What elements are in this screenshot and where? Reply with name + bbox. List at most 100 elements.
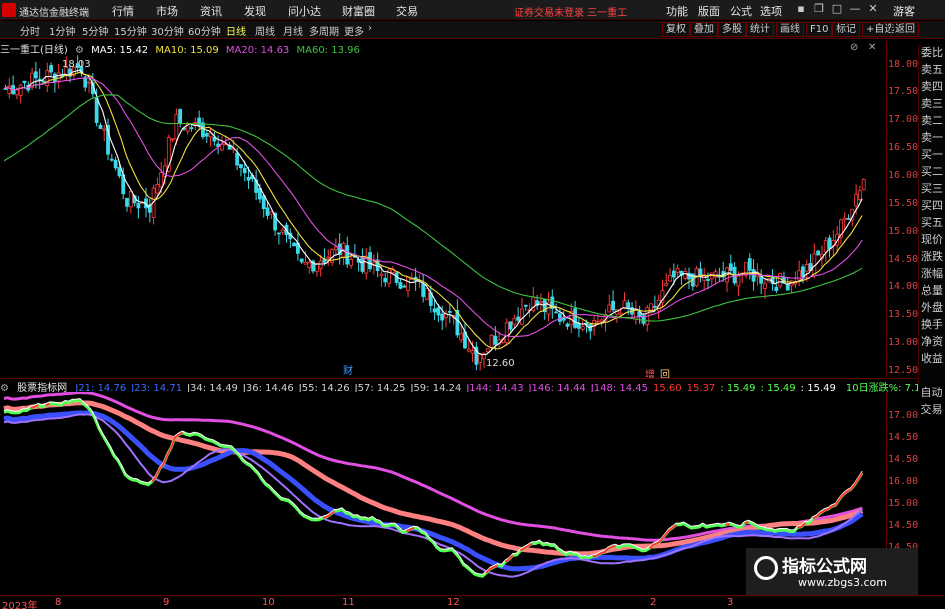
side-item-5[interactable]: 卖一 — [919, 129, 945, 146]
auto-trade-item-0[interactable]: 自动 — [918, 384, 945, 401]
guest-label[interactable]: 游客 — [893, 3, 915, 19]
candle-body — [565, 323, 570, 327]
indicator-name[interactable]: 股票指标网 — [17, 383, 67, 392]
finance-marker[interactable]: 财 — [343, 362, 353, 377]
btn-draw[interactable]: 画线 — [776, 22, 804, 37]
auto-trade-item-1[interactable]: 交易 — [918, 401, 945, 418]
menu-ask[interactable]: 问小达 — [288, 3, 321, 19]
menu-trade[interactable]: 交易 — [396, 3, 418, 19]
auto-trade-panel[interactable]: 自动 交易 — [918, 384, 945, 424]
period-1min[interactable]: 1分钟 — [49, 23, 75, 38]
chevron-right-icon[interactable]: › — [368, 23, 372, 34]
period-monthly[interactable]: 月线 — [283, 23, 303, 38]
menu-layout[interactable]: 版面 — [698, 3, 720, 19]
side-item-0[interactable]: 委比 — [919, 44, 945, 61]
candle-body — [607, 304, 612, 313]
menu-options[interactable]: 选项 — [760, 3, 782, 19]
side-item-9[interactable]: 买四 — [919, 197, 945, 214]
candle-body — [49, 65, 53, 73]
btn-overlay[interactable]: 叠加 — [690, 22, 718, 37]
candle-body — [728, 263, 733, 271]
candle-body — [432, 308, 437, 313]
candle-body — [774, 286, 779, 291]
date-tick-5: 12 — [447, 597, 460, 608]
side-item-11[interactable]: 现价 — [919, 231, 945, 248]
window-max-icon[interactable]: □ — [830, 2, 844, 16]
candle-body — [736, 275, 741, 287]
period-weekly[interactable]: 周线 — [255, 23, 275, 38]
candle-body — [478, 354, 483, 363]
side-item-10[interactable]: 买五 — [919, 214, 945, 231]
candle-body — [128, 190, 133, 208]
window-close-icon[interactable]: ✕ — [866, 2, 880, 16]
period-30min[interactable]: 30分钟 — [151, 23, 184, 38]
indicator-value-4: J55: 14.26 — [298, 383, 350, 392]
side-item-4[interactable]: 卖二 — [919, 112, 945, 129]
menu-wealth[interactable]: 财富圈 — [342, 3, 375, 19]
period-60min[interactable]: 60分钟 — [188, 23, 221, 38]
btn-adjust[interactable]: 复权 — [662, 22, 690, 37]
side-item-7[interactable]: 买二 — [919, 163, 945, 180]
side-item-17[interactable]: 净资 — [919, 333, 945, 350]
window-restore-icon[interactable]: ❐ — [812, 2, 826, 16]
candle-body — [235, 152, 240, 166]
indicator-value-6: J59: 14.24 — [410, 383, 462, 392]
indicator-gear-icon[interactable]: ⚙ — [0, 383, 9, 392]
menu-market[interactable]: 市场 — [156, 3, 178, 19]
side-item-2[interactable]: 卖四 — [919, 78, 945, 95]
panel-close-icon[interactable]: ✕ — [868, 42, 876, 53]
menu-formula[interactable]: 公式 — [730, 3, 752, 19]
btn-multistock[interactable]: 多股 — [718, 22, 746, 37]
candle-body — [406, 276, 410, 291]
watermark-url: www.zbgs3.com — [798, 576, 887, 589]
candlestick-chart[interactable] — [0, 55, 886, 377]
candle-body — [683, 271, 688, 279]
btn-back[interactable]: 返回 — [891, 22, 919, 37]
app-logo-icon — [2, 3, 16, 17]
side-item-14[interactable]: 总量 — [919, 282, 945, 299]
candle-body — [846, 218, 851, 220]
btn-mark[interactable]: 标记 — [832, 22, 860, 37]
menu-extra-icon[interactable]: ▪ — [794, 2, 808, 16]
btn-f10[interactable]: F10 — [806, 22, 833, 37]
menu-news[interactable]: 资讯 — [200, 3, 222, 19]
candle-body — [493, 335, 498, 345]
btn-stats[interactable]: 统计 — [746, 22, 774, 37]
side-item-6[interactable]: 买一 — [919, 146, 945, 163]
side-item-8[interactable]: 买三 — [919, 180, 945, 197]
candle-body — [801, 266, 805, 278]
indicator-value-10: 15.60 — [653, 383, 682, 392]
period-multi[interactable]: 多周期 — [309, 23, 339, 38]
window-min-icon[interactable]: — — [848, 2, 862, 16]
menu-quotes[interactable]: 行情 — [112, 3, 134, 19]
candle-body — [265, 207, 270, 216]
menu-discover[interactable]: 发现 — [244, 3, 266, 19]
menu-function[interactable]: 功能 — [666, 3, 688, 19]
period-toolbar: 分时 1分钟 5分钟 15分钟 30分钟 60分钟 日线 周线 月线 多周期 更… — [0, 21, 945, 39]
quote-side-panel[interactable]: 委比 卖五 卖四 卖三 卖二 卖一 买一 买二 买三 买四 买五 现价 涨跌 涨幅 总量 外盘 换手 净资 收益 — [918, 44, 945, 384]
side-item-15[interactable]: 外盘 — [919, 299, 945, 316]
side-item-18[interactable]: 收益 — [919, 350, 945, 367]
candle-body — [174, 113, 179, 140]
period-15min[interactable]: 15分钟 — [114, 23, 147, 38]
candlestick-svg[interactable] — [0, 55, 886, 377]
period-daily[interactable]: 日线 — [226, 23, 246, 38]
price-tick-3: 16.50 — [888, 142, 919, 154]
side-item-1[interactable]: 卖五 — [919, 61, 945, 78]
period-5min[interactable]: 5分钟 — [82, 23, 108, 38]
side-item-12[interactable]: 涨跌 — [919, 248, 945, 265]
candle-body — [842, 217, 847, 221]
candle-body — [269, 211, 274, 215]
indicator-value-0: J21: 14.76 — [75, 383, 127, 392]
side-item-3[interactable]: 卖三 — [919, 95, 945, 112]
side-item-16[interactable]: 换手 — [919, 316, 945, 333]
period-timeshare[interactable]: 分时 — [20, 23, 40, 38]
indicator-value-1: J23: 14.71 — [131, 383, 183, 392]
period-more[interactable]: 更多 — [344, 23, 364, 38]
indicator-value-3: J36: 14.46 — [242, 383, 294, 392]
candle-body — [858, 190, 862, 200]
side-item-13[interactable]: 涨幅 — [919, 265, 945, 282]
date-tick-7: 3 — [727, 597, 734, 608]
candle-body — [611, 300, 615, 311]
pin-icon[interactable]: ⊘ — [850, 42, 858, 53]
